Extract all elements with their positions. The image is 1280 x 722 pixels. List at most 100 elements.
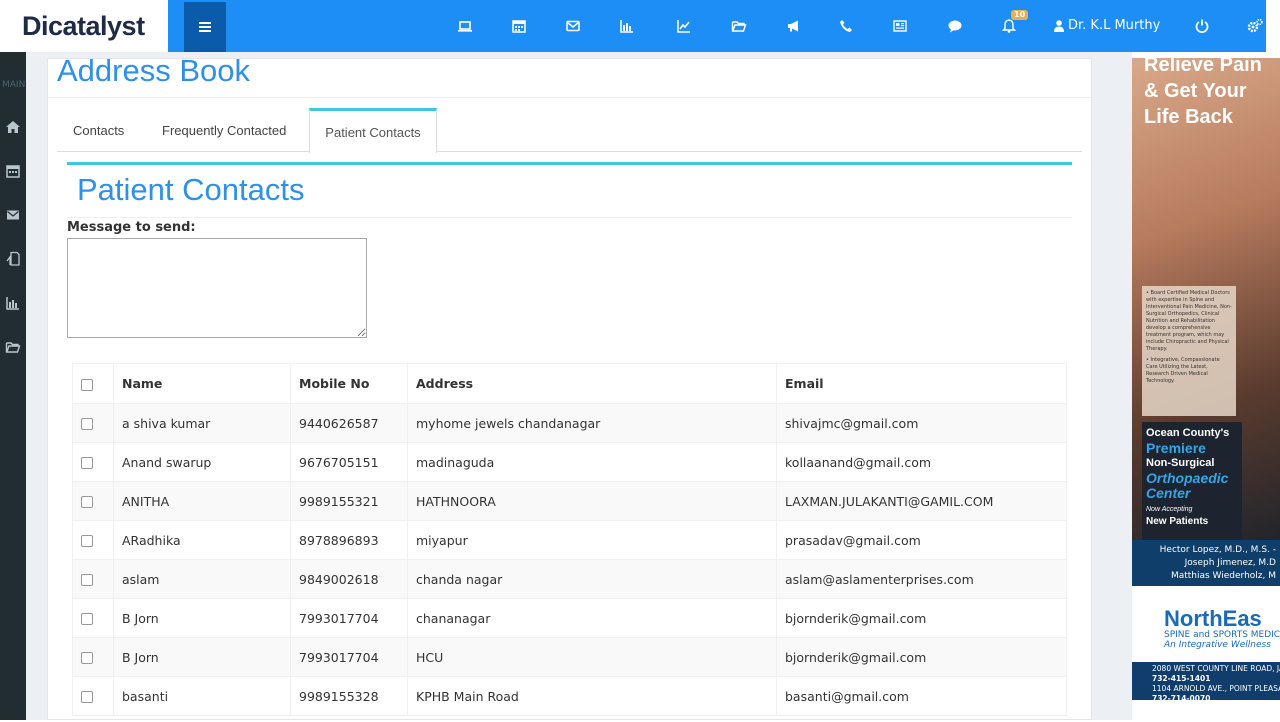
message-label: Message to send: — [67, 220, 196, 235]
column-header-email[interactable]: Email — [776, 363, 1067, 404]
top-navbar: Dicatalyst 10 Dr. K.L Murthy — [0, 0, 1266, 52]
row-checkbox[interactable] — [81, 457, 93, 469]
folder-open-icon[interactable] — [725, 12, 753, 40]
settings-gears-icon[interactable] — [1241, 12, 1269, 40]
tab-contacts[interactable]: Contacts — [73, 108, 124, 152]
contact-name: B Jorn — [113, 637, 291, 677]
contact-address: chanda nagar — [407, 559, 777, 599]
table-row[interactable]: a shiva kumar 9440626587 myhome jewels c… — [72, 403, 1067, 443]
message-textarea[interactable] — [67, 238, 367, 338]
line-chart-icon[interactable] — [670, 12, 698, 40]
power-icon[interactable] — [1188, 12, 1216, 40]
table-row[interactable]: ANITHA 9989155321 HATHNOORA LAXMAN.JULAK… — [72, 481, 1067, 521]
contact-address: HATHNOORA — [407, 481, 777, 521]
ad-addresses: 2080 WEST COUNTY LINE ROAD, JA 732-415-1… — [1132, 662, 1280, 700]
contact-mobile: 9676705151 — [290, 442, 408, 482]
table-row[interactable]: aslam 9849002618 chanda nagar aslam@asla… — [72, 559, 1067, 599]
contact-name: basanti — [113, 676, 291, 716]
contact-mobile: 8978896893 — [290, 520, 408, 560]
notifications-bell-icon[interactable]: 10 — [995, 10, 1029, 40]
contact-mobile: 9849002618 — [290, 559, 408, 599]
calendar-icon[interactable] — [5, 163, 21, 179]
contact-name: B Jorn — [113, 598, 291, 638]
contact-name: aslam — [113, 559, 291, 599]
table-row[interactable]: ARadhika 8978896893 miyapur prasadav@gma… — [72, 520, 1067, 560]
contact-mobile: 9440626587 — [290, 403, 408, 443]
table-row[interactable]: Anand swarup 9676705151 madinaguda kolla… — [72, 442, 1067, 482]
contact-name: ANITHA — [113, 481, 291, 521]
page-title: Address Book — [57, 53, 250, 88]
section-divider — [67, 217, 1072, 218]
contact-email: shivajmc@gmail.com — [776, 403, 1067, 443]
row-checkbox[interactable] — [81, 496, 93, 508]
document-icon[interactable] — [5, 251, 21, 267]
contact-email: LAXMAN.JULAKANTI@GAMIL.COM — [776, 481, 1067, 521]
tab-frequently-contacted[interactable]: Frequently Contacted — [162, 108, 286, 152]
ad-doctors: Hector Lopez, M.D., M.S. - Joseph Jimene… — [1132, 540, 1280, 586]
column-header-name[interactable]: Name — [113, 363, 291, 404]
ad-brand-sub: SPINE and SPORTS MEDICIN An Integrative … — [1164, 630, 1280, 650]
app-logo[interactable]: Dicatalyst — [0, 0, 168, 52]
row-checkbox[interactable] — [81, 418, 93, 430]
contact-email: aslam@aslamenterprises.com — [776, 559, 1067, 599]
contact-address: madinaguda — [407, 442, 777, 482]
contact-email: prasadav@gmail.com — [776, 520, 1067, 560]
contact-email: bjornderik@gmail.com — [776, 637, 1067, 677]
phone-icon[interactable] — [832, 12, 860, 40]
user-menu[interactable]: Dr. K.L Murthy — [1054, 18, 1160, 33]
laptop-icon[interactable] — [451, 12, 479, 40]
contact-email: basanti@gmail.com — [776, 676, 1067, 716]
ad-brand-logo: NorthEas — [1164, 606, 1262, 631]
envelope-icon[interactable] — [5, 207, 21, 223]
contact-mobile: 7993017704 — [290, 637, 408, 677]
section-title: Patient Contacts — [77, 172, 305, 207]
row-checkbox[interactable] — [81, 613, 93, 625]
folder-open-icon[interactable] — [5, 339, 21, 355]
newspaper-icon[interactable] — [886, 12, 914, 40]
advertisement-banner[interactable]: Relieve Pain & Get Your Life Back • Boar… — [1132, 58, 1280, 700]
row-checkbox[interactable] — [81, 574, 93, 586]
contact-mobile: 9989155321 — [290, 481, 408, 521]
ad-photo-area: Relieve Pain & Get Your Life Back • Boar… — [1132, 58, 1280, 540]
contact-address: HCU — [407, 637, 777, 677]
column-header-mobile[interactable]: Mobile No — [290, 363, 408, 404]
notification-count-badge: 10 — [1011, 10, 1029, 20]
home-icon[interactable] — [5, 119, 21, 135]
row-checkbox[interactable] — [81, 691, 93, 703]
ad-headline: Relieve Pain & Get Your Life Back — [1144, 58, 1262, 128]
column-header-address[interactable]: Address — [407, 363, 777, 404]
contact-email: kollaanand@gmail.com — [776, 442, 1067, 482]
select-all-checkbox[interactable] — [81, 378, 93, 391]
chat-bubble-icon[interactable] — [941, 12, 969, 40]
contact-name: ARadhika — [113, 520, 291, 560]
tab-bar: Contacts Frequently Contacted Patient Co… — [57, 108, 1082, 153]
table-header-row: Name Mobile No Address Email — [72, 363, 1067, 404]
bullhorn-icon[interactable] — [780, 12, 808, 40]
tab-patient-contacts[interactable]: Patient Contacts — [309, 108, 437, 153]
ad-tagline-box: Ocean County's Premiere Non-Surgical Ort… — [1142, 422, 1242, 540]
sidebar-toggle-button[interactable] — [184, 2, 226, 52]
contact-address: miyapur — [407, 520, 777, 560]
table-row[interactable]: basanti 9989155328 KPHB Main Road basant… — [72, 676, 1067, 716]
bar-chart-icon[interactable] — [613, 12, 641, 40]
contact-mobile: 9989155328 — [290, 676, 408, 716]
patient-contacts-table: Name Mobile No Address Email a shiva kum… — [72, 363, 1067, 716]
contact-email: bjornderik@gmail.com — [776, 598, 1067, 638]
left-sidebar: MAIN — [0, 52, 26, 720]
user-name: Dr. K.L Murthy — [1068, 18, 1161, 33]
contact-address: chananagar — [407, 598, 777, 638]
contact-address: myhome jewels chandanagar — [407, 403, 777, 443]
contact-name: a shiva kumar — [113, 403, 291, 443]
row-checkbox[interactable] — [81, 535, 93, 547]
table-row[interactable]: B Jorn 7993017704 HCU bjornderik@gmail.c… — [72, 637, 1067, 677]
contact-mobile: 7993017704 — [290, 598, 408, 638]
ad-bullet-list: • Board Certified Medical Doctors with e… — [1142, 286, 1236, 416]
envelope-icon[interactable] — [559, 12, 587, 40]
bar-chart-icon[interactable] — [5, 295, 21, 311]
row-checkbox[interactable] — [81, 652, 93, 664]
title-divider — [48, 97, 1091, 98]
table-row[interactable]: B Jorn 7993017704 chananagar bjornderik@… — [72, 598, 1067, 638]
ad-brand-area: NorthEas SPINE and SPORTS MEDICIN An Int… — [1132, 586, 1280, 700]
contact-address: KPHB Main Road — [407, 676, 777, 716]
calendar-icon[interactable] — [505, 12, 533, 40]
